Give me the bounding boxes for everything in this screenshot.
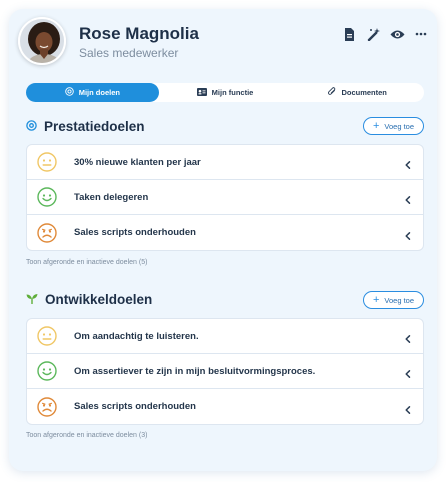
profile-card: Rose Magnolia Sales medewerker Mijn doel…: [9, 9, 437, 471]
chevron-left-icon[interactable]: [403, 402, 413, 414]
happy-face-icon: [37, 361, 57, 381]
goal-row[interactable]: Om aandachtig te luisteren.: [27, 319, 423, 354]
performance-goals-list: 30% nieuwe klanten per jaar Taken deleger…: [26, 144, 424, 251]
goal-row[interactable]: 30% nieuwe klanten per jaar: [27, 145, 423, 180]
add-development-goal-button[interactable]: + Voeg toe: [363, 291, 424, 309]
tab-documenten[interactable]: Documenten: [291, 83, 424, 102]
show-inactive-performance-goals-link[interactable]: Toon afgeronde en inactieve doelen (5): [26, 259, 147, 266]
development-goals-list: Om aandachtig te luisteren. Om assertieve…: [26, 318, 424, 425]
id-card-icon: [196, 87, 207, 98]
goal-row[interactable]: Sales scripts onderhouden: [27, 389, 423, 424]
paperclip-icon: [328, 87, 336, 98]
chevron-left-icon[interactable]: [403, 192, 413, 204]
plus-icon: +: [372, 293, 380, 306]
avatar[interactable]: [18, 17, 66, 65]
goal-label: Om assertiever te zijn in mijn besluitvo…: [74, 365, 316, 377]
goal-row[interactable]: Sales scripts onderhouden: [27, 215, 423, 250]
show-inactive-development-goals-link[interactable]: Toon afgeronde en inactieve doelen (3): [26, 432, 147, 439]
goal-row[interactable]: Taken delegeren: [27, 180, 423, 215]
section-heading: Ontwikkeldoelen: [45, 292, 153, 307]
tab-label: Documenten: [341, 88, 387, 97]
profile-name: Rose Magnolia: [79, 24, 199, 43]
tab-bar: Mijn doelen Mijn functie Documenten: [26, 83, 424, 102]
tab-mijn-doelen[interactable]: Mijn doelen: [26, 83, 159, 102]
goal-label: Sales scripts onderhouden: [74, 227, 196, 238]
target-icon: [26, 119, 37, 134]
goal-row[interactable]: Om assertiever te zijn in mijn besluitvo…: [27, 354, 423, 389]
happy-face-icon: [37, 187, 57, 207]
goal-label: Taken delegeren: [74, 191, 149, 203]
goal-label: 30% nieuwe klanten per jaar: [74, 156, 201, 168]
add-button-label: Voeg toe: [384, 295, 415, 305]
header-actions: [341, 26, 429, 42]
sad-face-icon: [37, 222, 57, 243]
add-button-label: Voeg toe: [384, 121, 415, 131]
chevron-left-icon[interactable]: [403, 157, 413, 169]
plus-icon: +: [372, 119, 380, 132]
profile-role: Sales medewerker: [79, 46, 179, 60]
magic-wand-icon[interactable]: [365, 26, 381, 42]
add-performance-goal-button[interactable]: + Voeg toe: [363, 117, 424, 135]
sprout-icon: [26, 292, 38, 307]
goal-label: Om aandachtig te luisteren.: [74, 330, 199, 342]
neutral-face-icon: [37, 152, 57, 172]
chevron-left-icon[interactable]: [403, 331, 413, 343]
more-icon[interactable]: [413, 26, 429, 42]
goal-label: Sales scripts onderhouden: [74, 401, 196, 412]
section-heading: Prestatiedoelen: [44, 119, 145, 134]
sad-face-icon: [37, 396, 57, 417]
tab-label: Mijn doelen: [78, 88, 120, 97]
performance-goals-title: Prestatiedoelen: [26, 119, 145, 134]
target-icon: [64, 87, 74, 98]
chevron-left-icon[interactable]: [403, 366, 413, 378]
tab-mijn-functie[interactable]: Mijn functie: [159, 83, 292, 102]
eye-icon[interactable]: [389, 26, 405, 42]
tab-label: Mijn functie: [211, 88, 254, 97]
chevron-left-icon[interactable]: [403, 228, 413, 240]
document-icon[interactable]: [341, 26, 357, 42]
development-goals-title: Ontwikkeldoelen: [26, 292, 152, 307]
neutral-face-icon: [37, 326, 57, 346]
